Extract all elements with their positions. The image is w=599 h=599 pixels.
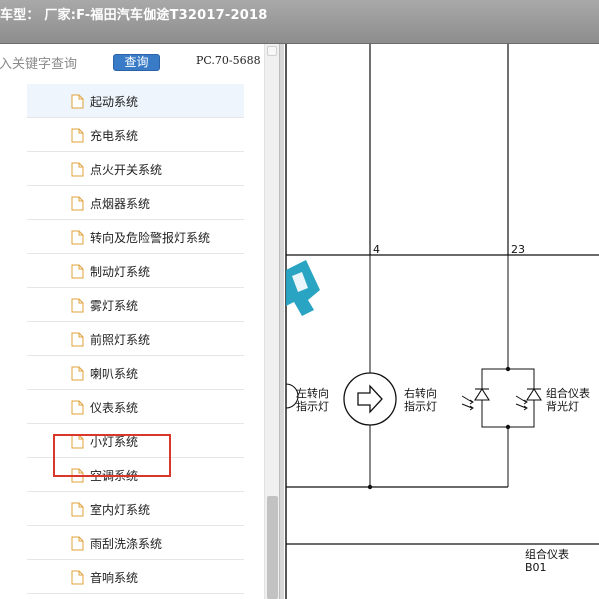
system-item[interactable]: 制动灯系统 — [27, 254, 244, 288]
backlight-label-1: 组合仪表 — [546, 386, 590, 400]
window-title: 车型： 厂家:F-福田汽车伽途T32017-2018 — [0, 8, 268, 23]
diagram-canvas: 4 23 左转向 指示灯 右转向 指示灯 组合仪表 背光灯 组合仪表 B01 — [285, 44, 599, 599]
system-item-label: 喇叭系统 — [90, 367, 139, 381]
right-turn-label-2: 指示灯 — [404, 399, 437, 413]
system-item-label: 制动灯系统 — [90, 265, 151, 279]
system-item[interactable]: 充电系统 — [27, 118, 244, 152]
system-item-label: 室内灯系统 — [90, 503, 151, 517]
system-item[interactable]: 仪表系统 — [27, 390, 244, 424]
query-button[interactable]: 查询 — [113, 54, 160, 71]
scroll-thumb[interactable] — [267, 496, 278, 599]
document-icon — [71, 196, 84, 211]
system-item[interactable]: 空调系统 — [27, 458, 244, 492]
system-item-label: 前照灯系统 — [90, 333, 151, 347]
system-item-label: 仪表系统 — [90, 401, 139, 415]
wiring-diagram: 4 23 左转向 指示灯 右转向 指示灯 组合仪表 背光灯 组合仪表 B01 — [284, 44, 599, 599]
system-item-label: 点烟器系统 — [90, 197, 151, 211]
document-icon — [71, 502, 84, 517]
system-item-label: 音响系统 — [90, 571, 139, 585]
search-input[interactable] — [0, 54, 98, 74]
document-icon — [71, 264, 84, 279]
system-item[interactable]: 点火开关系统 — [27, 152, 244, 186]
system-item-label: 充电系统 — [90, 129, 139, 143]
pin-number-right: 23 — [511, 243, 525, 256]
system-item[interactable]: 雨刮洗涤系统 — [27, 526, 244, 560]
system-item-label: 雨刮洗涤系统 — [90, 537, 163, 551]
document-icon — [71, 162, 84, 177]
system-item[interactable]: 转向及危险警报灯系统 — [27, 220, 244, 254]
list-scrollbar[interactable] — [264, 44, 279, 599]
system-item[interactable]: 音响系统 — [27, 560, 244, 594]
document-icon — [71, 128, 84, 143]
system-item-label: 转向及危险警报灯系统 — [90, 231, 211, 245]
system-item[interactable]: 小灯系统 — [27, 424, 244, 458]
system-list: 起动系统充电系统点火开关系统 点烟器系统转向及危险警报灯系统 制动灯系统雾灯系统前照… — [0, 84, 264, 599]
document-icon — [71, 536, 84, 551]
left-turn-label-1: 左转向 — [296, 386, 329, 400]
system-item-label: 雾灯系统 — [90, 299, 139, 313]
document-icon — [71, 94, 84, 109]
document-icon — [71, 230, 84, 245]
led-icon — [461, 368, 543, 428]
document-icon — [71, 434, 84, 449]
system-item-label: 起动系统 — [90, 95, 139, 109]
module-code: B01 — [525, 561, 547, 574]
search-bar: 查询 PC.70-5688 — [0, 44, 279, 84]
system-item[interactable]: 室内灯系统 — [27, 492, 244, 526]
watermark-icon — [286, 260, 320, 316]
system-item[interactable]: 点烟器系统 — [27, 186, 244, 220]
module-name: 组合仪表 — [525, 547, 569, 561]
pin-number-left: 4 — [373, 243, 380, 256]
scroll-up-button[interactable] — [267, 46, 277, 56]
system-item-label: 空调系统 — [90, 469, 139, 483]
document-icon — [71, 366, 84, 381]
document-icon — [71, 400, 84, 415]
left-panel: 查询 PC.70-5688 起动系统充电系统点火开关系统点烟器系统转向及危险警报… — [0, 44, 279, 599]
document-icon — [71, 332, 84, 347]
right-turn-arrow-icon — [343, 372, 397, 426]
system-item[interactable]: 喇叭系统 — [27, 356, 244, 390]
backlight-label-2: 背光灯 — [546, 399, 579, 413]
system-item[interactable]: 起动系统 — [27, 84, 244, 118]
system-item[interactable]: 雾灯系统 — [27, 288, 244, 322]
document-icon — [71, 468, 84, 483]
right-turn-label-1: 右转向 — [404, 386, 437, 400]
left-turn-label-2: 指示灯 — [296, 399, 329, 413]
title-bar: 车型： 厂家:F-福田汽车伽途T32017-2018 — [0, 0, 599, 44]
system-item-label: 小灯系统 — [90, 435, 139, 449]
document-icon — [71, 570, 84, 585]
page-code: PC.70-5688 — [196, 54, 261, 67]
document-icon — [71, 298, 84, 313]
system-item-label: 点火开关系统 — [90, 163, 163, 177]
system-item[interactable]: 前照灯系统 — [27, 322, 244, 356]
